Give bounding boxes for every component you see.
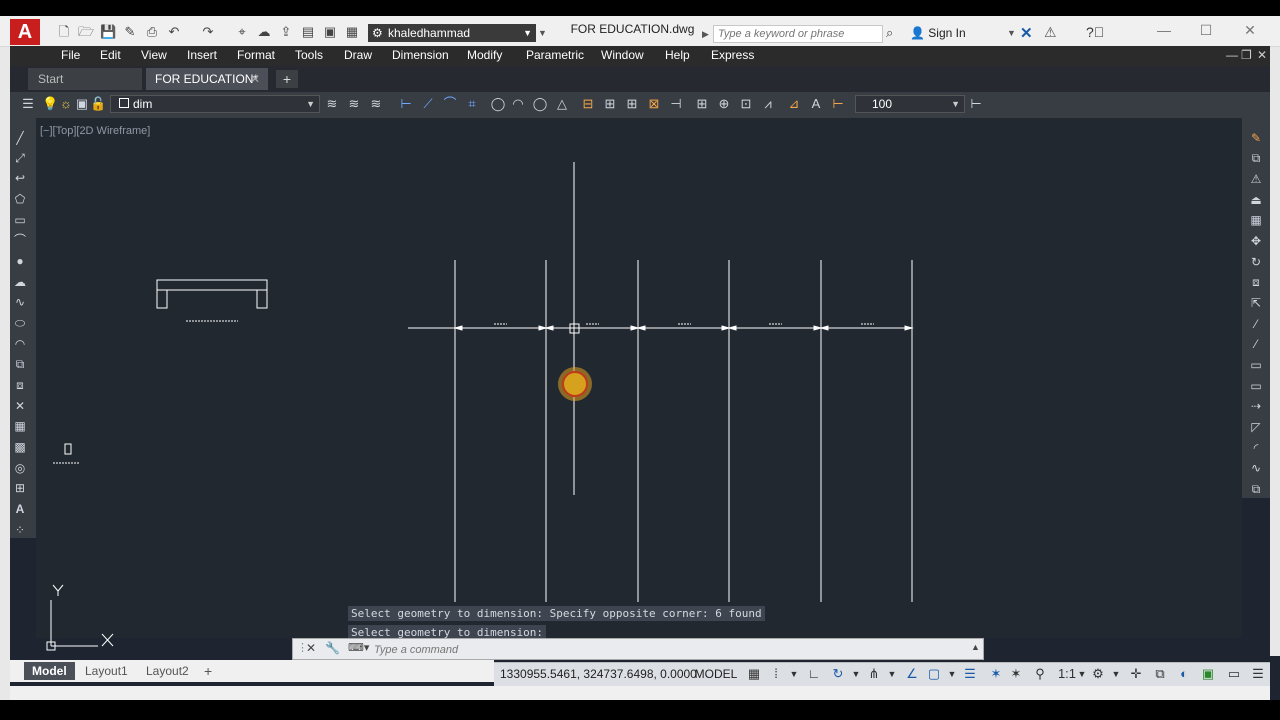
dimension-arrow (453, 325, 463, 331)
hardware-acceleration-icon[interactable]: ▣ (1200, 666, 1216, 682)
tab-layout1[interactable]: Layout1 (77, 662, 136, 680)
close-command-line-icon[interactable]: ✕ (306, 641, 316, 655)
object-snap-tracking-icon[interactable]: ∠ (904, 666, 920, 682)
model-space-button[interactable]: MODEL (692, 664, 740, 684)
wrench-icon[interactable]: 🔧 (325, 641, 340, 655)
customization-icon[interactable]: ☰ (1250, 666, 1266, 682)
quick-properties-icon[interactable]: ◐ (1176, 666, 1192, 682)
annotation-scale-chevron-icon[interactable]: ▼ (1074, 666, 1090, 682)
auto-scale-icon[interactable]: ✶ (1008, 666, 1024, 682)
object-snap-icon[interactable]: ▢ (926, 666, 942, 682)
coordinates-readout[interactable]: 1330955.5461, 324737.6498, 0.0000 (500, 667, 697, 681)
ortho-mode-icon[interactable]: ∟ (806, 666, 822, 682)
beam-left-leg (156, 289, 168, 309)
command-prompt-icon[interactable]: ⌨▾ (348, 641, 369, 654)
annotation-visibility-icon[interactable]: ✶ (988, 666, 1004, 682)
dimension-arrow (904, 325, 914, 331)
command-history-line: Select geometry to dimension: Specify op… (348, 606, 765, 621)
workspace-chevron-icon[interactable]: ▼ (1108, 666, 1124, 682)
clean-screen-icon[interactable]: ▭ (1226, 666, 1242, 682)
beam-right-leg (256, 289, 268, 309)
annotation-monitor-icon[interactable]: ✛ (1128, 666, 1144, 682)
add-layout-button[interactable]: + (196, 662, 220, 680)
small-marker (53, 443, 79, 464)
dimension-chain (408, 323, 914, 331)
object-snap-chevron-icon[interactable]: ▼ (944, 666, 960, 682)
tab-model[interactable]: Model (24, 662, 75, 680)
click-highlight-inner (562, 371, 588, 397)
tab-layout2[interactable]: Layout2 (138, 662, 197, 680)
beam-outline (156, 279, 268, 291)
ucs-icon (46, 584, 114, 651)
units-icon[interactable]: ⧉ (1152, 666, 1168, 682)
command-history-toggle-icon[interactable]: ▲ (971, 642, 980, 652)
grid-lines (454, 162, 913, 602)
polar-tracking-icon[interactable]: ↻ (830, 666, 846, 682)
command-input[interactable] (372, 641, 966, 659)
block-drawing (156, 279, 268, 322)
polar-chevron-icon[interactable]: ▼ (848, 666, 864, 682)
isometric-drafting-icon[interactable]: ⋔ (866, 666, 882, 682)
snap-chevron-icon[interactable]: ▼ (786, 666, 802, 682)
dimension-arrow (636, 325, 646, 331)
taskbar-strip (10, 686, 1270, 700)
dimension-arrow (819, 325, 829, 331)
dimension-arrow (727, 325, 737, 331)
annotation-scale-icon[interactable]: ⚲ (1032, 666, 1048, 682)
bottom-letterbox (0, 700, 1280, 720)
lineweight-icon[interactable]: ☰ (962, 666, 978, 682)
grid-display-icon[interactable]: ▦ (746, 666, 762, 682)
snap-mode-icon[interactable]: ⁞ (768, 666, 784, 682)
workspace-switch-icon[interactable]: ⚙ (1090, 666, 1106, 682)
isometric-chevron-icon[interactable]: ▼ (884, 666, 900, 682)
marker-rect (64, 443, 72, 455)
dimension-arrow (544, 325, 554, 331)
